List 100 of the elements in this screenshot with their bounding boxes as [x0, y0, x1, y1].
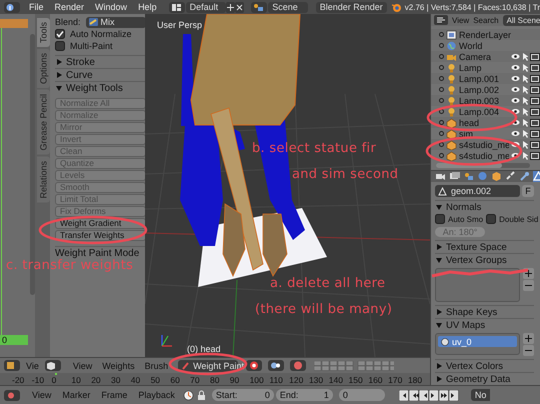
- start-frame-field[interactable]: Start: 0: [212, 389, 274, 401]
- vertical-tab[interactable]: Grease Pencil: [37, 90, 50, 155]
- panel-title[interactable]: Normals: [446, 202, 482, 212]
- editor-type-icon[interactable]: [4, 390, 20, 400]
- menu-item[interactable]: Weights: [102, 360, 135, 370]
- eye-icon[interactable]: [511, 97, 520, 104]
- menu-item[interactable]: Search: [473, 16, 499, 25]
- disclosure-triangle-icon[interactable]: [435, 321, 443, 329]
- add-icon[interactable]: [523, 333, 534, 344]
- menu-item[interactable]: Help: [138, 2, 157, 12]
- eye-icon[interactable]: [511, 108, 520, 116]
- disclosure-triangle-icon[interactable]: [55, 84, 63, 92]
- checkbox[interactable]: [435, 214, 445, 224]
- panel-title[interactable]: Shape Keys: [446, 306, 498, 318]
- panel-title[interactable]: Texture Space: [446, 242, 507, 252]
- outliner-item[interactable]: RenderLayer: [431, 29, 540, 40]
- disclosure-triangle-icon[interactable]: [435, 256, 443, 264]
- outliner-item[interactable]: Lamp: [431, 62, 540, 74]
- eye-icon[interactable]: [511, 53, 520, 60]
- sync-dropdown[interactable]: No: [470, 389, 490, 401]
- vertical-tab[interactable]: Relations: [37, 156, 50, 202]
- eye-icon[interactable]: [511, 64, 520, 72]
- current-frame-field[interactable]: 0: [338, 389, 385, 401]
- panel-title[interactable]: Stroke: [66, 56, 95, 68]
- outliner-item[interactable]: World: [431, 40, 540, 52]
- layout-icon[interactable]: [168, 2, 185, 12]
- checkbox[interactable]: [486, 214, 496, 224]
- outliner-editor-icon[interactable]: [434, 15, 448, 26]
- vertical-tab[interactable]: Tools: [37, 18, 50, 48]
- disclosure-triangle-icon[interactable]: [435, 308, 443, 316]
- eye-icon[interactable]: [511, 130, 520, 138]
- lock-icon[interactable]: [196, 390, 206, 400]
- disclosure-triangle-icon[interactable]: [55, 71, 63, 79]
- scrollbar[interactable]: [436, 163, 530, 168]
- pivot-icon[interactable]: [268, 360, 284, 371]
- info-icon[interactable]: [4, 2, 20, 12]
- chain-icon[interactable]: [505, 170, 517, 182]
- layout-field[interactable]: Default: [186, 2, 226, 12]
- outliner-item[interactable]: Lamp.001: [431, 73, 540, 84]
- cube-icon[interactable]: [491, 170, 503, 182]
- fake-user-button[interactable]: F: [522, 185, 534, 197]
- menu-item[interactable]: Marker: [62, 390, 90, 400]
- menu-item[interactable]: Frame: [101, 390, 128, 400]
- outliner-item[interactable]: Lamp.002: [431, 84, 540, 96]
- panel-title[interactable]: Weight Paint Mode: [55, 248, 140, 258]
- disclosure-triangle-icon[interactable]: [435, 375, 443, 383]
- list-item[interactable]: uv_0: [438, 336, 517, 347]
- disclosure-triangle-icon[interactable]: [435, 362, 443, 370]
- tool-button[interactable]: Transfer Weights: [55, 230, 145, 241]
- panel-title[interactable]: Weight Tools: [66, 82, 123, 94]
- menu-item[interactable]: View: [72, 360, 92, 370]
- menu-item[interactable]: View: [32, 390, 52, 400]
- checkbox[interactable]: [55, 41, 65, 51]
- disclosure-triangle-icon[interactable]: [55, 58, 63, 66]
- datablock-field[interactable]: geom.002: [435, 185, 520, 197]
- scene-field[interactable]: Scene: [268, 2, 308, 12]
- panel-title[interactable]: Curve: [66, 70, 93, 80]
- panel-title[interactable]: Vertex Groups: [446, 254, 507, 266]
- outliner-item[interactable]: head: [431, 117, 540, 128]
- eye-icon[interactable]: [511, 86, 520, 94]
- close-icon[interactable]: [235, 2, 244, 12]
- checkbox[interactable]: [55, 29, 65, 39]
- disclosure-triangle-icon[interactable]: [435, 243, 443, 251]
- menu-item[interactable]: Playback: [138, 390, 175, 400]
- scene-icon[interactable]: [251, 2, 268, 12]
- shading-icon[interactable]: [290, 360, 306, 371]
- playback-controls-icon[interactable]: [398, 390, 459, 400]
- clock-icon[interactable]: [182, 390, 194, 400]
- menu-item[interactable]: Window: [95, 2, 128, 12]
- menu-item[interactable]: Vie: [26, 360, 39, 370]
- menu-item[interactable]: View: [452, 16, 470, 25]
- end-frame-field[interactable]: End: 1: [276, 389, 333, 401]
- layers-icon[interactable]: [449, 170, 461, 182]
- remove-icon[interactable]: [523, 280, 534, 291]
- eye-icon[interactable]: [511, 75, 520, 82]
- menu-item[interactable]: Render: [54, 2, 84, 12]
- wrench-icon[interactable]: [519, 170, 531, 182]
- disclosure-triangle-icon[interactable]: [435, 203, 443, 211]
- remove-icon[interactable]: [523, 345, 534, 356]
- eye-icon[interactable]: [511, 152, 520, 160]
- menu-item[interactable]: File: [29, 2, 44, 12]
- outliner-item[interactable]: Lamp.004: [431, 106, 540, 118]
- outliner-item[interactable]: Lamp.003: [431, 95, 540, 106]
- outliner-item[interactable]: Camera: [431, 51, 540, 62]
- eye-icon[interactable]: [511, 119, 520, 126]
- lifebuoy-icon[interactable]: [246, 360, 262, 371]
- cube-icon[interactable]: [44, 360, 61, 371]
- panel-title[interactable]: UV Maps: [446, 320, 486, 330]
- scene-icon[interactable]: [463, 170, 475, 182]
- render-engine-dropdown[interactable]: Blender Render: [316, 2, 387, 12]
- globe-icon[interactable]: [477, 170, 489, 182]
- frame-indicator: 0: [0, 335, 28, 345]
- menu-item[interactable]: Brush: [144, 360, 168, 370]
- blend-dropdown[interactable]: Mix: [86, 16, 145, 28]
- editor-type-icon[interactable]: [4, 360, 20, 371]
- panel-title[interactable]: Geometry Data: [446, 374, 510, 384]
- panel-title[interactable]: Vertex Colors: [446, 360, 504, 372]
- scope-dropdown[interactable]: All Scene: [502, 14, 540, 26]
- vertical-tab[interactable]: Options: [37, 49, 50, 88]
- list-box[interactable]: uv_0: [435, 333, 520, 355]
